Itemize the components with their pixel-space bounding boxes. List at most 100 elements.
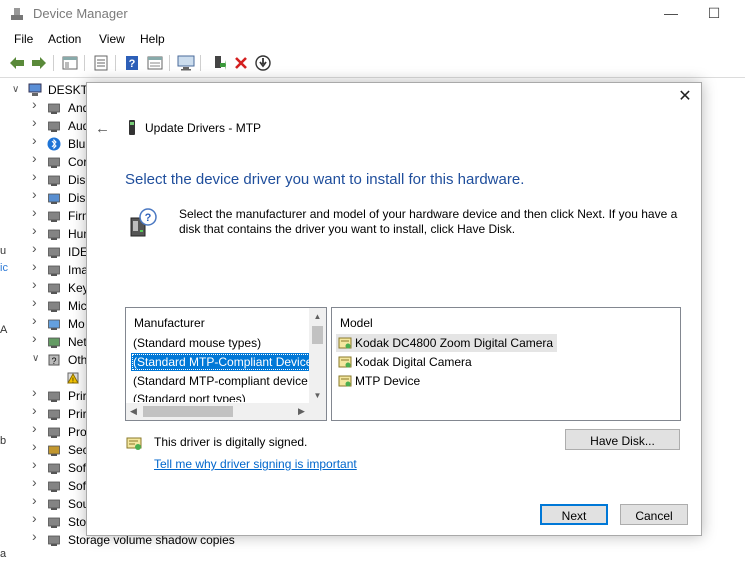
model-item-label: Kodak Digital Camera xyxy=(355,355,472,369)
chevron-down-icon[interactable]: ∨ xyxy=(32,354,42,364)
download-circle-icon[interactable] xyxy=(254,54,272,72)
computer-icon xyxy=(48,157,60,168)
svg-text:?: ? xyxy=(51,356,56,366)
chevron-right-icon[interactable]: › xyxy=(32,313,42,327)
forward-arrow-icon[interactable] xyxy=(30,54,48,72)
model-item[interactable]: Kodak DC4800 Zoom Digital Camera xyxy=(336,334,558,352)
other-devices-icon: ? xyxy=(48,354,60,366)
computer-icon xyxy=(28,83,42,96)
model-listbox[interactable]: Model Kodak DC4800 Zoom Digital Camera K… xyxy=(331,307,681,421)
chevron-right-icon[interactable]: › xyxy=(32,457,42,471)
chevron-right-icon[interactable]: › xyxy=(32,277,42,291)
chevron-right-icon[interactable]: › xyxy=(32,133,42,147)
chevron-right-icon[interactable]: › xyxy=(32,529,42,543)
tree-item-label: Prir xyxy=(68,407,87,421)
chevron-right-icon[interactable]: › xyxy=(32,151,42,165)
close-icon[interactable]: ✕ xyxy=(677,89,693,105)
edge-fragment: a xyxy=(0,548,7,560)
svg-text:?: ? xyxy=(129,58,136,70)
print-queue-icon xyxy=(48,391,60,402)
menu-view[interactable]: View xyxy=(99,32,125,46)
software-component-icon xyxy=(48,463,60,474)
storage-volume-icon xyxy=(48,535,60,546)
minimize-button[interactable]: — xyxy=(648,2,694,26)
chevron-right-icon[interactable]: › xyxy=(32,223,42,237)
back-arrow-icon[interactable] xyxy=(8,54,26,72)
certified-driver-icon xyxy=(338,375,352,387)
speaker-icon xyxy=(48,121,60,132)
uninstall-x-icon[interactable] xyxy=(232,54,250,72)
certified-driver-icon xyxy=(338,337,352,349)
chevron-right-icon[interactable]: › xyxy=(32,403,42,417)
chevron-right-icon[interactable]: › xyxy=(32,241,42,255)
audio-input-icon xyxy=(48,103,60,114)
disk-drive-icon xyxy=(48,175,60,186)
model-item-label: Kodak DC4800 Zoom Digital Camera xyxy=(355,336,554,350)
scroll-up-icon[interactable]: ▲ xyxy=(309,309,326,324)
toolbar-separator xyxy=(84,55,85,71)
next-button[interactable]: Next xyxy=(540,504,608,525)
usb-device-icon xyxy=(129,120,135,135)
chevron-right-icon[interactable]: › xyxy=(32,295,42,309)
menu-help[interactable]: Help xyxy=(140,32,165,46)
scroll-down-icon[interactable]: ▼ xyxy=(309,388,326,403)
certified-driver-icon xyxy=(338,356,352,368)
manufacturer-item[interactable]: (Standard MTP-compliant device xyxy=(131,372,311,390)
properties-icon[interactable] xyxy=(92,54,110,72)
back-arrow-icon[interactable]: ← xyxy=(95,120,110,137)
console-tree-icon[interactable] xyxy=(61,54,79,72)
chevron-right-icon[interactable]: › xyxy=(32,259,42,273)
chevron-right-icon[interactable]: › xyxy=(32,493,42,507)
manufacturer-item-selected[interactable]: (Standard MTP-Compliant Device xyxy=(131,353,311,371)
driver-signing-link[interactable]: Tell me why driver signing is important xyxy=(154,457,357,471)
vertical-scrollbar[interactable]: ▲ ▼ xyxy=(309,308,326,403)
tree-item-label: Ima xyxy=(68,263,89,277)
chevron-right-icon[interactable]: › xyxy=(32,511,42,525)
processor-icon xyxy=(48,427,60,438)
edge-fragment: b xyxy=(0,435,7,447)
chevron-right-icon[interactable]: › xyxy=(32,475,42,489)
chevron-right-icon[interactable]: › xyxy=(32,97,42,111)
manufacturer-item[interactable]: (Standard mouse types) xyxy=(131,334,311,352)
update-driver-icon[interactable] xyxy=(210,54,228,72)
menu-file[interactable]: File xyxy=(14,32,33,46)
device-manager-icon xyxy=(11,8,23,20)
tree-item-label: Cor xyxy=(68,155,88,169)
chevron-right-icon[interactable]: › xyxy=(32,421,42,435)
view-resources-icon[interactable] xyxy=(146,54,164,72)
tree-item-label: Sof xyxy=(68,479,87,493)
scroll-thumb[interactable] xyxy=(312,326,323,344)
cancel-button[interactable]: Cancel xyxy=(620,504,688,525)
scroll-left-icon[interactable]: ◀ xyxy=(126,403,141,420)
scan-hardware-icon[interactable] xyxy=(177,54,195,72)
scroll-right-icon[interactable]: ▶ xyxy=(294,403,309,420)
mouse-icon xyxy=(48,301,60,312)
chevron-right-icon[interactable]: › xyxy=(32,187,42,201)
model-item[interactable]: MTP Device xyxy=(336,372,424,390)
chevron-right-icon[interactable]: › xyxy=(32,439,42,453)
chevron-down-icon[interactable]: ∨ xyxy=(12,84,19,95)
update-drivers-dialog: ✕ ← Update Drivers - MTP Select the devi… xyxy=(86,82,702,536)
scroll-thumb[interactable] xyxy=(143,406,233,417)
chevron-right-icon[interactable]: › xyxy=(32,205,42,219)
chevron-right-icon[interactable]: › xyxy=(32,331,42,345)
toolbar-separator xyxy=(115,55,116,71)
manufacturer-item[interactable]: (Standard port types) xyxy=(131,390,311,402)
sound-icon xyxy=(48,499,60,510)
model-item[interactable]: Kodak Digital Camera xyxy=(336,353,476,371)
have-disk-button[interactable]: Have Disk... xyxy=(565,429,680,450)
signed-status-text: This driver is digitally signed. xyxy=(154,435,308,449)
help-icon[interactable]: ? xyxy=(123,54,141,72)
chevron-right-icon[interactable]: › xyxy=(32,385,42,399)
storage-controller-icon xyxy=(48,517,60,528)
maximize-button[interactable]: ☐ xyxy=(691,2,737,26)
hid-icon xyxy=(48,229,60,240)
chevron-right-icon[interactable]: › xyxy=(32,169,42,183)
hardware-question-icon: ? xyxy=(130,208,157,237)
chevron-right-icon[interactable]: › xyxy=(32,115,42,129)
bluetooth-icon xyxy=(47,137,61,151)
model-item-label: MTP Device xyxy=(355,374,421,388)
horizontal-scrollbar[interactable]: ◀ ▶ xyxy=(126,403,309,420)
manufacturer-listbox[interactable]: Manufacturer (Standard mouse types) (Sta… xyxy=(125,307,327,421)
menu-action[interactable]: Action xyxy=(48,32,81,46)
